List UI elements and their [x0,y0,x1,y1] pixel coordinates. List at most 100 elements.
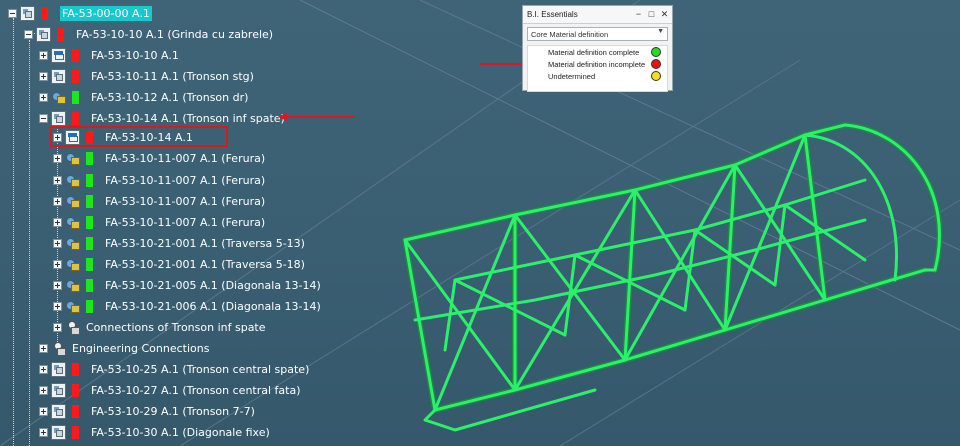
link-icon [65,215,80,230]
status-flag-green [86,151,93,165]
tree-node[interactable]: FA-53-10-11-007 A.1 (Ferura) [53,212,265,232]
tree-node-label: FA-53-10-10 A.1 [91,48,179,62]
tree-node[interactable]: FA-53-10-27 A.1 (Tronson central fata) [39,380,301,400]
status-flag-green [86,194,93,208]
select-value: Core Material definition [531,29,609,39]
expand-toggle[interactable] [39,50,48,60]
tree-node-tronson-inf-spate[interactable]: FA-53-10-14 A.1 (Tronson inf spate) [39,108,285,128]
expand-toggle[interactable] [39,427,48,437]
tree-node-label: FA-53-10-25 A.1 (Tronson central spate) [91,362,310,376]
tree-node-label: Connections of Tronson inf spate [86,320,266,334]
legend-item-complete: Material definition complete [528,46,667,58]
status-flag-red [72,404,79,418]
part-icon [51,47,66,63]
tree-node-label: FA-53-10-10 A.1 (Grinda cu zabrele) [76,27,274,41]
expand-toggle[interactable] [53,322,62,332]
material-definition-select[interactable]: Core Material definition ▼ [527,27,668,41]
status-flag-red [41,6,48,20]
link-icon [65,236,80,251]
tree-node[interactable]: FA-53-10-11-007 A.1 (Ferura) [53,170,265,190]
expand-toggle[interactable] [53,175,62,185]
status-flag-green [72,90,79,104]
status-flag-green [86,278,93,292]
tree-node[interactable]: FA-53-10-11 A.1 (Tronson stg) [39,66,254,86]
tree-node-label: FA-53-10-11-007 A.1 (Ferura) [105,194,266,208]
legend-label: Undetermined [548,71,596,81]
link-icon [65,151,80,166]
minimize-icon[interactable]: − [633,9,644,20]
tree-node[interactable]: FA-53-10-11-007 A.1 (Ferura) [53,148,265,168]
tree-node[interactable]: FA-53-10-21-006 A.1 (Diagonala 13-14) [53,296,321,316]
status-flag-green [86,236,93,250]
tree-node[interactable]: FA-53-10-10 A.1 [39,45,179,65]
connections-icon [51,341,66,356]
expand-toggle[interactable] [53,238,62,248]
tree-node[interactable]: FA-53-10-25 A.1 (Tronson central spate) [39,359,309,379]
expand-toggle[interactable] [39,71,48,81]
expand-toggle[interactable] [39,92,48,102]
status-flag-red [72,69,79,83]
connections-icon [65,320,80,335]
tree-node[interactable]: FA-53-10-21-001 A.1 (Traversa 5-18) [53,254,305,274]
expand-toggle[interactable] [53,196,62,206]
tree-node[interactable]: FA-53-10-30 A.1 (Diagonale fixe) [39,422,270,442]
status-flag-red [72,48,79,62]
collapse-toggle[interactable] [24,29,33,39]
legend-item-undetermined: Undetermined [528,70,667,82]
tree-node-label: FA-53-10-29 A.1 (Tronson 7-7) [91,404,255,418]
tree-node[interactable]: FA-53-10-21-005 A.1 (Diagonala 13-14) [53,275,321,295]
link-icon [65,299,80,314]
link-icon [65,278,80,293]
expand-toggle[interactable] [39,385,48,395]
expand-toggle[interactable] [53,259,62,269]
expand-toggle[interactable] [53,301,62,311]
annotation-arrow-icon [278,113,354,121]
tree-node-root[interactable]: FA-53-00-00 A.1 [8,3,152,23]
status-flag-green [86,215,93,229]
tree-node-label: FA-53-10-21-005 A.1 (Diagonala 13-14) [105,278,321,292]
status-flag-red [72,362,79,376]
expand-toggle[interactable] [39,364,48,374]
legend-item-incomplete: Material definition incomplete [528,58,667,70]
bi-essentials-panel: B.I. Essentials − □ ✕ Core Material defi… [522,5,673,92]
expand-toggle[interactable] [39,406,48,416]
product-icon [51,424,66,440]
tree-node[interactable]: FA-53-10-29 A.1 (Tronson 7-7) [39,401,255,421]
expand-toggle[interactable] [53,217,62,227]
expand-toggle[interactable] [53,280,62,290]
tree-node-label: FA-53-10-30 A.1 (Diagonale fixe) [91,425,270,439]
restore-icon[interactable]: □ [646,9,657,20]
product-icon [51,403,66,419]
close-icon[interactable]: ✕ [659,9,670,20]
expand-toggle[interactable] [53,153,62,163]
tree-node[interactable]: FA-53-10-11-007 A.1 (Ferura) [53,191,265,211]
tree-node-label: FA-53-10-11-007 A.1 (Ferura) [105,215,266,229]
tree-node[interactable]: FA-53-10-21-001 A.1 (Traversa 5-13) [53,233,305,253]
tree-node-label: FA-53-10-21-001 A.1 (Traversa 5-13) [105,236,305,250]
tree-node-label: FA-53-10-11-007 A.1 (Ferura) [105,173,266,187]
tree-node-connections[interactable]: Connections of Tronson inf spate [53,317,266,337]
status-flag-red [72,383,79,397]
product-icon [36,26,51,42]
tree-node[interactable]: FA-53-10-12 A.1 (Tronson dr) [39,87,248,107]
legend-label: Material definition incomplete [548,59,646,69]
link-icon [51,90,66,105]
product-icon [51,361,66,377]
tree-node-label: FA-53-10-21-006 A.1 (Diagonala 13-14) [105,299,321,313]
tree-node-label: FA-53-10-27 A.1 (Tronson central fata) [91,383,301,397]
tree-node-label: FA-53-10-12 A.1 (Tronson dr) [91,90,249,104]
legend-label: Material definition complete [548,47,640,57]
collapse-toggle[interactable] [8,8,17,18]
tree-node-label: Engineering Connections [72,341,210,355]
link-icon [65,194,80,209]
status-flag-green [86,299,93,313]
status-flag-red [72,425,79,439]
tree-node-label: FA-53-00-00 A.1 [60,5,152,21]
tree-node-grinda[interactable]: FA-53-10-10 A.1 (Grinda cu zabrele) [24,24,273,44]
collapse-toggle[interactable] [39,113,48,123]
status-flag-green [86,173,93,187]
tree-node-engineering-connections[interactable]: Engineering Connections [39,338,209,358]
specification-tree: FA-53-00-00 A.1 FA-53-10-10 A.1 (Grinda … [0,0,520,446]
yellow-dot-icon [651,71,661,81]
expand-toggle[interactable] [39,343,48,353]
